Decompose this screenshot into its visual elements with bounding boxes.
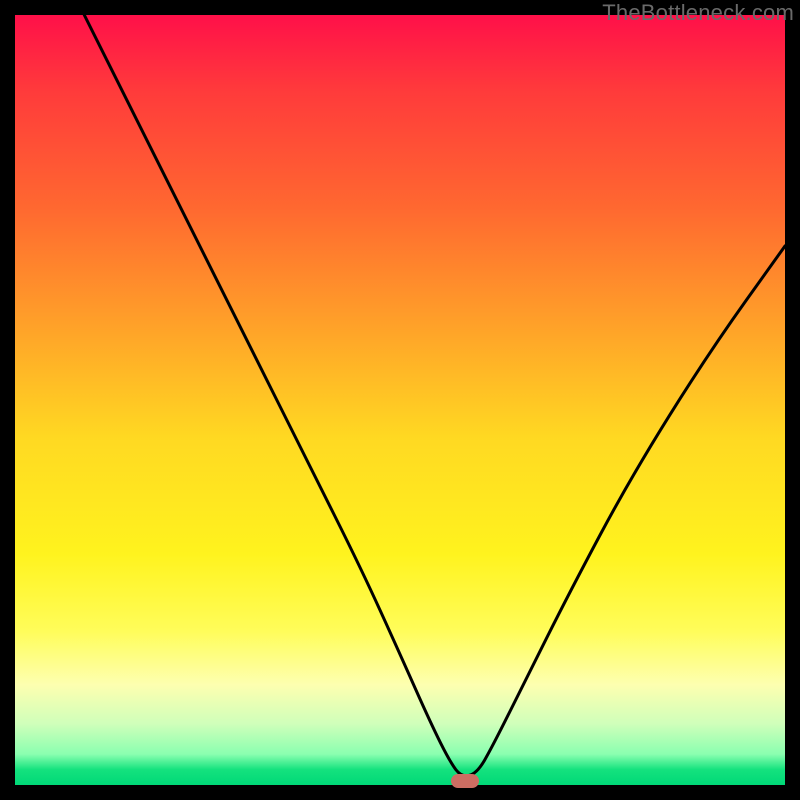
minimum-marker <box>451 774 479 788</box>
bottleneck-curve <box>15 15 785 785</box>
plot-area <box>15 15 785 785</box>
chart-container: TheBottleneck.com <box>0 0 800 800</box>
watermark-text: TheBottleneck.com <box>602 0 794 26</box>
